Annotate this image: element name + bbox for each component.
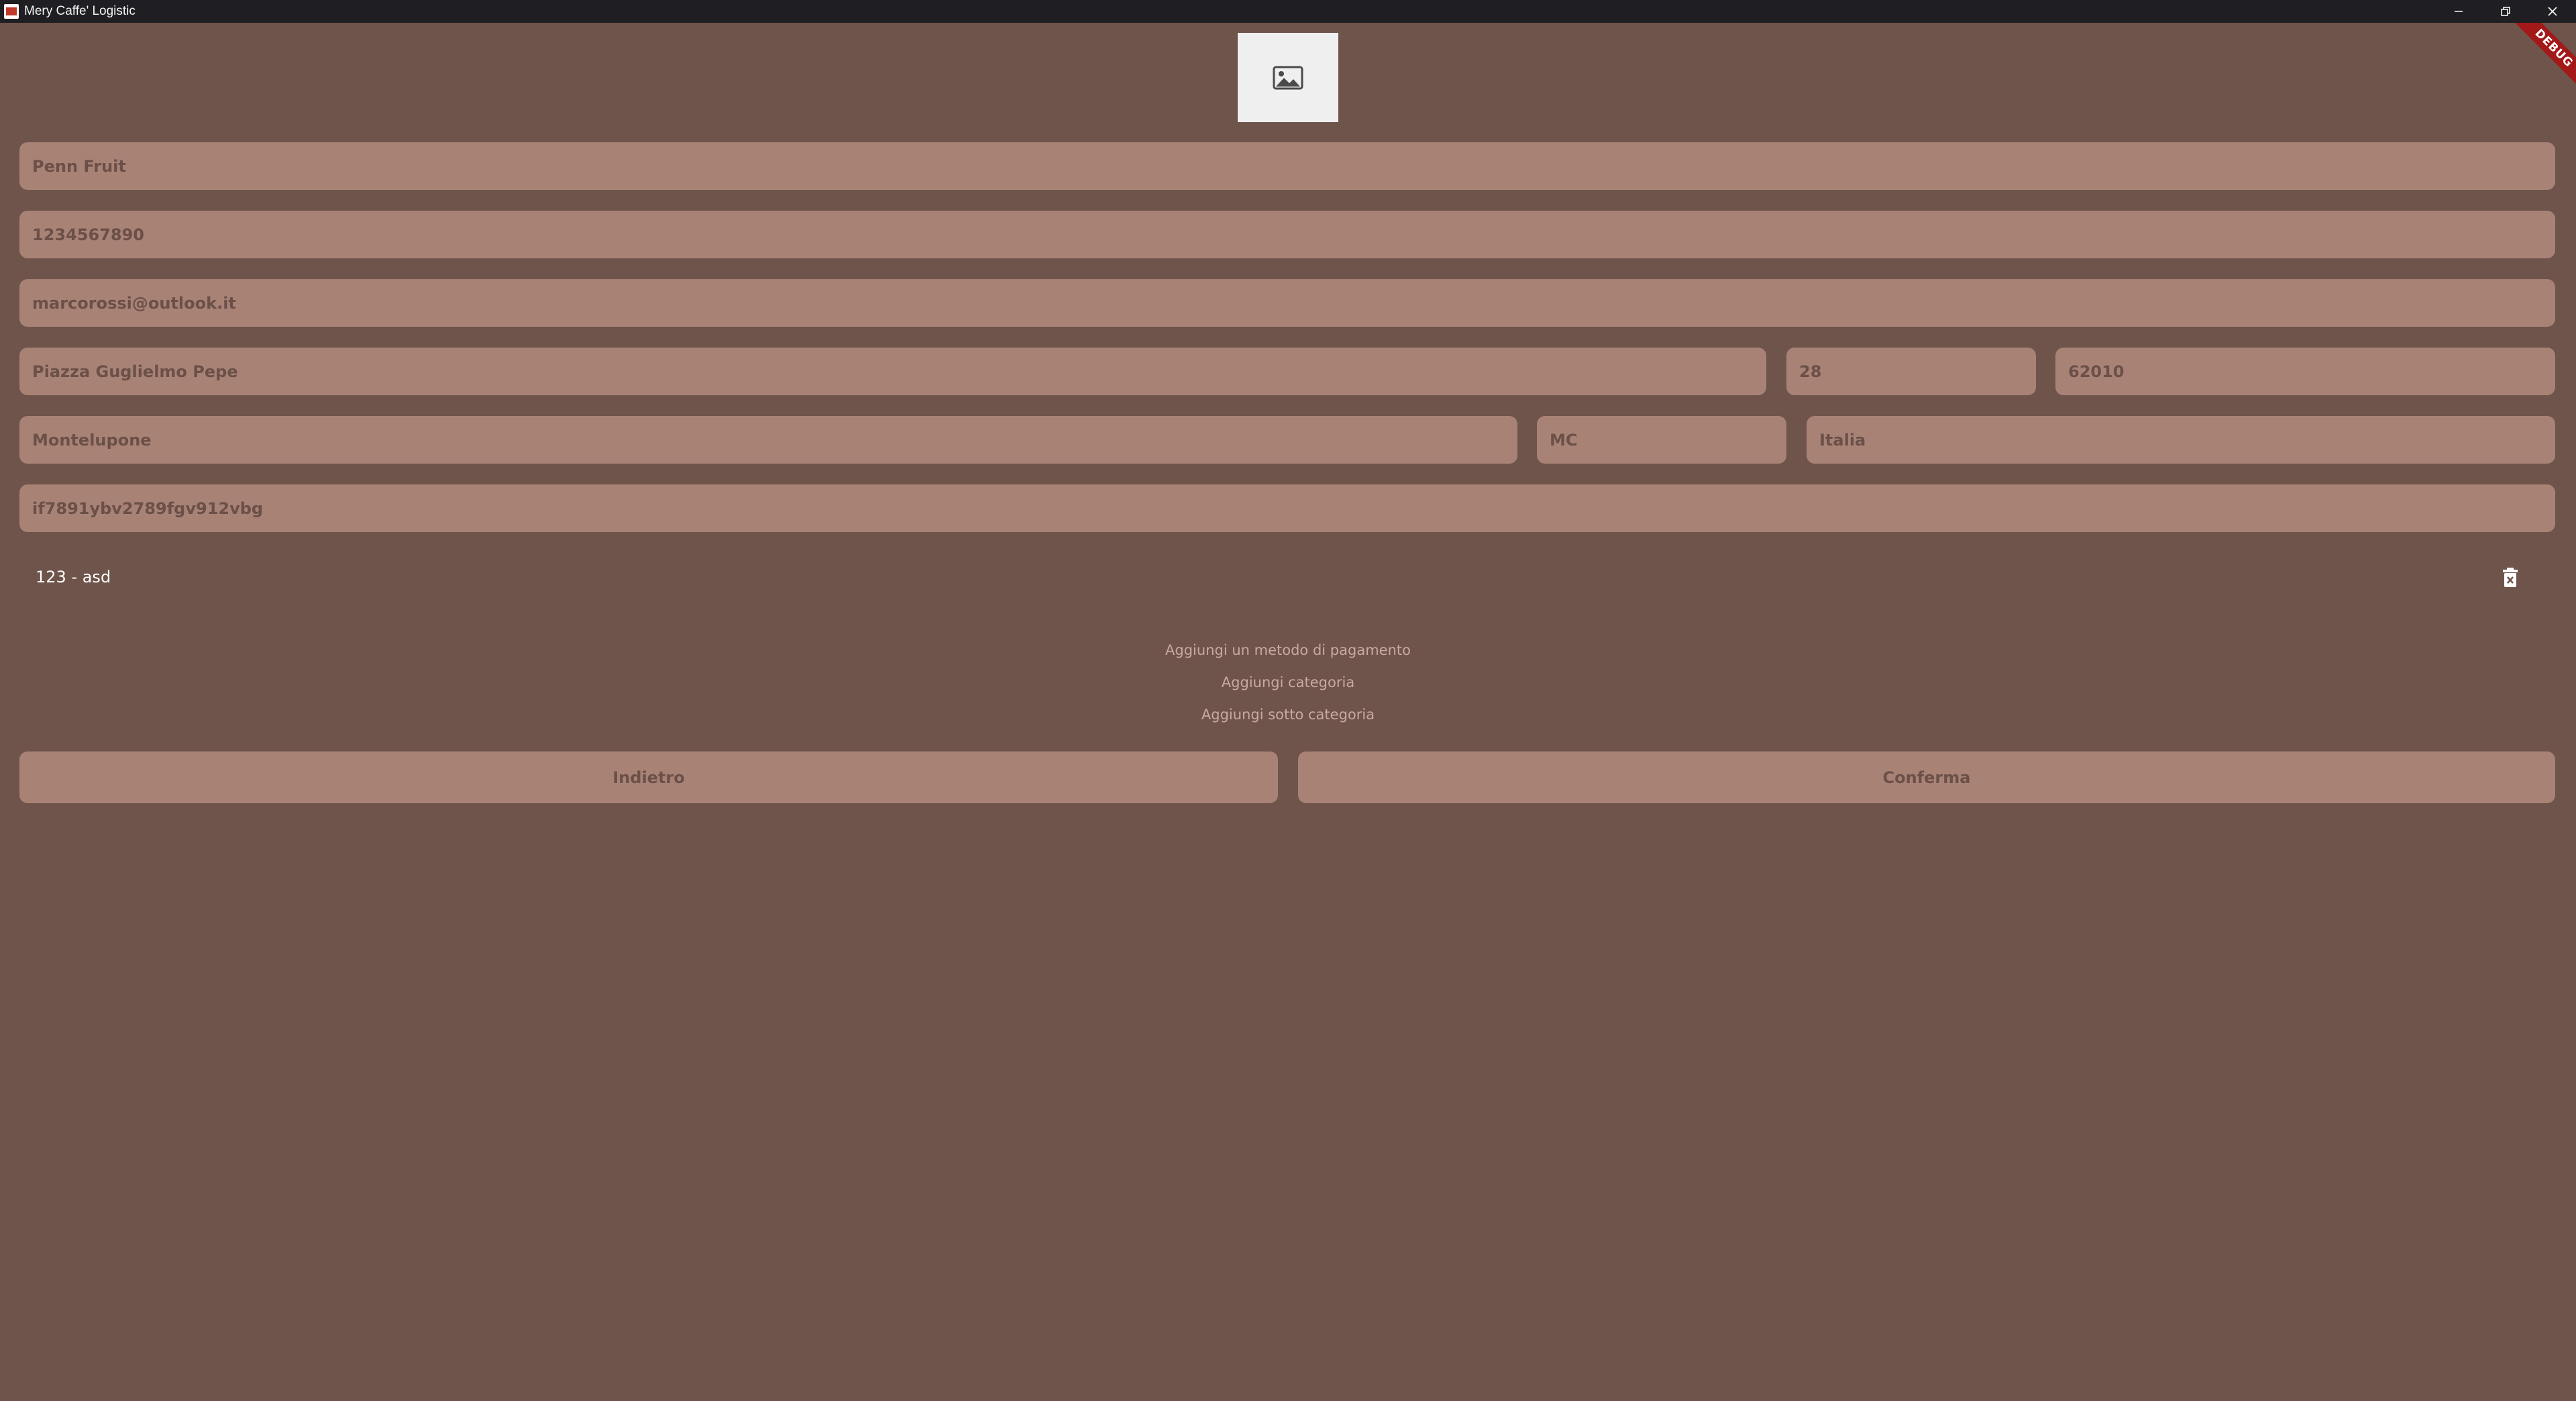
add-payment-method-link[interactable]: Aggiungi un metodo di pagamento (0, 642, 2576, 658)
app-icon (4, 4, 19, 19)
phone-field[interactable]: 1234567890 (19, 211, 2555, 258)
country-field[interactable]: Italia (1807, 416, 2555, 464)
email-field[interactable]: marcorossi@outlook.it (19, 279, 2555, 327)
province-field[interactable]: MC (1537, 416, 1786, 464)
code-field[interactable]: if7891ybv2789fgv912vbg (19, 484, 2555, 532)
delete-payment-method-button[interactable] (2501, 567, 2520, 588)
debug-label: DEBUG (2506, 23, 2576, 96)
image-placeholder-icon (1273, 66, 1303, 89)
add-category-link[interactable]: Aggiungi categoria (0, 674, 2576, 690)
restore-icon (2501, 7, 2510, 16)
payment-method-item: 123 - asd (36, 568, 111, 586)
close-button[interactable] (2529, 0, 2576, 23)
debug-banner: DEBUG (2496, 23, 2576, 103)
add-subcategory-link[interactable]: Aggiungi sotto categoria (0, 707, 2576, 723)
minimize-button[interactable] (2435, 0, 2482, 23)
street-field[interactable]: Piazza Guglielmo Pepe (19, 348, 1766, 395)
confirm-button[interactable]: Conferma (1298, 751, 2555, 803)
restore-button[interactable] (2482, 0, 2529, 23)
trash-icon (2503, 568, 2518, 587)
name-field[interactable]: Penn Fruit (19, 142, 2555, 190)
zip-code-field[interactable]: 62010 (2055, 348, 2555, 395)
window-controls (2435, 0, 2576, 23)
logo-image-picker[interactable] (1238, 33, 1338, 122)
minimize-icon (2455, 11, 2463, 12)
close-icon (2548, 7, 2557, 16)
title-bar: Mery Caffe' Logistic (0, 0, 2576, 23)
street-number-field[interactable]: 28 (1786, 348, 2036, 395)
window-title: Mery Caffe' Logistic (24, 4, 136, 18)
city-field[interactable]: Montelupone (19, 416, 1517, 464)
back-button[interactable]: Indietro (19, 751, 1278, 803)
